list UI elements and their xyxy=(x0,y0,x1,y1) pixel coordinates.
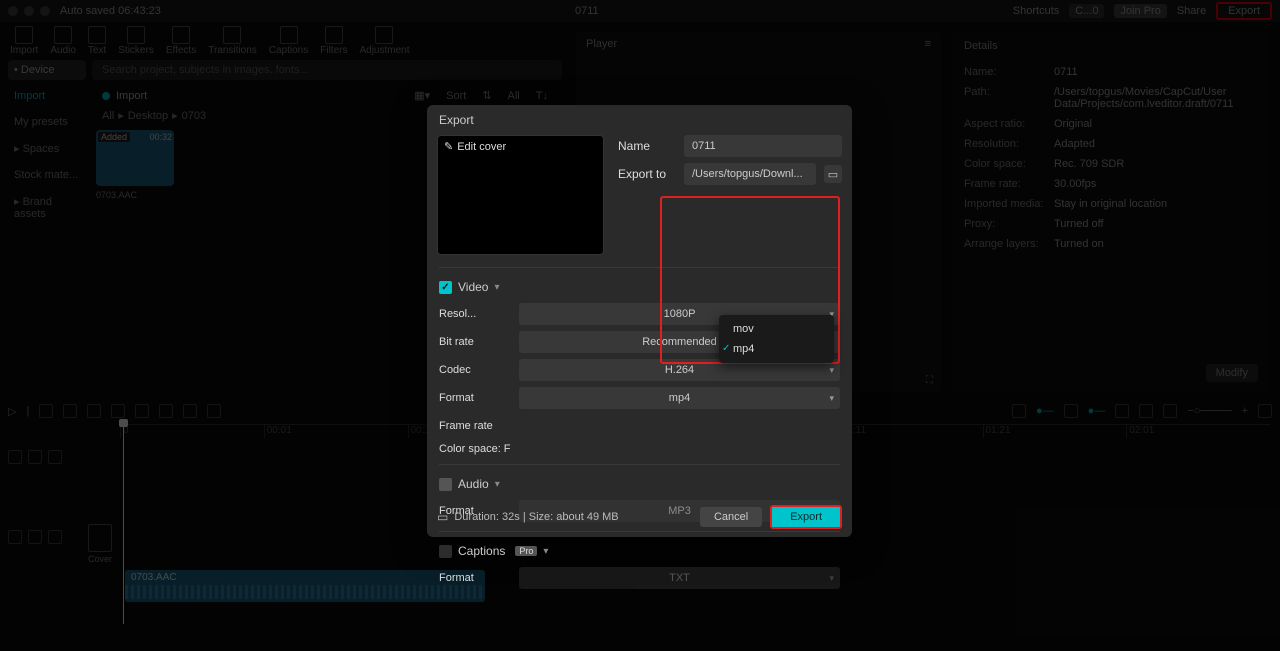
modal-title: Export xyxy=(427,105,852,135)
format-option-mp4[interactable]: mp4 xyxy=(719,339,834,359)
captions-format-label: Format xyxy=(439,572,511,584)
pro-badge: Pro xyxy=(515,546,537,556)
captions-section-label: Captions xyxy=(458,544,505,558)
colorspace-label: Color space: F xyxy=(439,443,511,455)
captions-format-select: TXT xyxy=(519,567,840,589)
codec-label: Codec xyxy=(439,364,511,376)
exportto-path: /Users/topgus/Downl... xyxy=(684,163,816,185)
name-label: Name xyxy=(618,139,676,153)
name-input[interactable] xyxy=(684,135,842,157)
edit-cover-button[interactable]: Edit cover xyxy=(444,140,506,153)
cancel-button[interactable]: Cancel xyxy=(700,507,762,527)
folder-icon[interactable]: ▭ xyxy=(824,165,842,183)
format-option-mov[interactable]: mov xyxy=(719,319,834,339)
exportto-label: Export to xyxy=(618,167,676,181)
bitrate-label: Bit rate xyxy=(439,336,511,348)
captions-checkbox[interactable] xyxy=(439,545,452,558)
framerate-label: Frame rate xyxy=(439,420,511,432)
video-checkbox[interactable]: ✓ xyxy=(439,281,452,294)
duration-info: Duration: 32s | Size: about 49 MB xyxy=(437,510,619,524)
export-button[interactable]: Export xyxy=(770,505,842,529)
format-dropdown: mov mp4 xyxy=(719,315,834,363)
preview-box: Edit cover xyxy=(437,135,604,255)
format-select[interactable]: mp4 xyxy=(519,387,840,409)
video-section-label: Video xyxy=(458,280,488,294)
format-label: Format xyxy=(439,392,511,404)
resolution-label: Resol... xyxy=(439,308,511,320)
audio-section-label: Audio xyxy=(458,477,489,491)
audio-checkbox[interactable] xyxy=(439,478,452,491)
